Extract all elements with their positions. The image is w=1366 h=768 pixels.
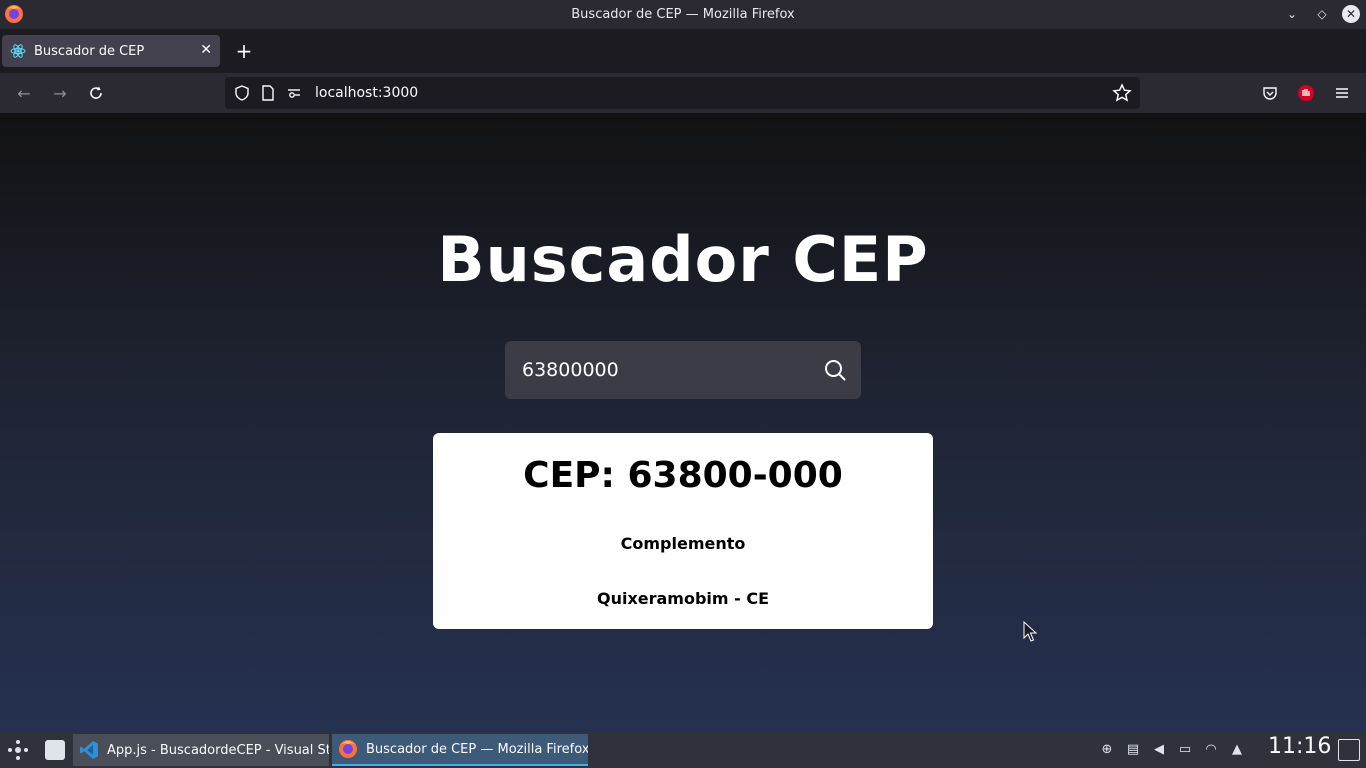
result-complemento: Complemento xyxy=(620,534,746,553)
result-card: CEP: 63800-000 Complemento Quixeramobim … xyxy=(433,433,933,629)
result-city: Quixeramobim - CE xyxy=(596,589,770,608)
pager-icon[interactable] xyxy=(45,740,65,760)
taskbar: App.js - BuscadordeCEP - Visual St... Bu… xyxy=(0,732,1366,768)
show-desktop-button[interactable] xyxy=(1338,739,1360,761)
system-tray: ⊕ ▤ ◀ ▭ ◠ ▲ xyxy=(1098,740,1246,758)
page-content: Buscador CEP CEP: 63800-000 Complemento … xyxy=(0,113,1366,732)
battery-icon[interactable]: ▭ xyxy=(1176,740,1194,758)
window-titlebar: Buscador de CEP — Mozilla Firefox ⌄ ◇ ✕ xyxy=(0,0,1366,29)
page-icon[interactable] xyxy=(259,84,277,102)
tab-close-icon[interactable]: ✕ xyxy=(200,42,212,58)
forward-button[interactable]: → xyxy=(50,83,70,103)
firefox-icon[interactable] xyxy=(4,4,24,24)
react-icon xyxy=(10,44,26,58)
ublock-icon xyxy=(1298,85,1314,101)
url-text: localhost:3000 xyxy=(315,85,419,101)
reload-icon xyxy=(90,86,102,99)
close-window-icon[interactable]: ✕ xyxy=(1342,5,1360,23)
cep-search-input[interactable] xyxy=(520,358,814,382)
result-cep: CEP: 63800-000 xyxy=(523,455,843,496)
extension-button[interactable] xyxy=(1296,83,1316,103)
wifi-icon[interactable]: ◠ xyxy=(1202,740,1220,758)
tab-strip: Buscador de CEP ✕ + xyxy=(0,29,1366,73)
tab-buscador-de-cep[interactable]: Buscador de CEP ✕ xyxy=(2,35,220,67)
clipboard-icon[interactable]: ▤ xyxy=(1124,740,1142,758)
mouse-cursor-icon xyxy=(1023,621,1037,642)
firefox-icon xyxy=(339,740,357,758)
new-tab-button[interactable]: + xyxy=(234,41,254,61)
tray-expand-icon[interactable]: ▲ xyxy=(1228,740,1246,758)
hamburger-menu-icon xyxy=(1336,88,1348,98)
search-box xyxy=(505,341,861,399)
pocket-button[interactable] xyxy=(1260,83,1280,103)
updates-icon[interactable]: ⊕ xyxy=(1098,740,1116,758)
window-title: Buscador de CEP — Mozilla Firefox xyxy=(571,7,795,22)
vscode-icon xyxy=(80,741,98,759)
url-bar[interactable]: localhost:3000 xyxy=(225,77,1140,109)
maximize-icon[interactable]: ◇ xyxy=(1312,4,1332,24)
pocket-icon xyxy=(1263,87,1277,100)
shield-icon[interactable] xyxy=(233,84,251,102)
clock[interactable]: 11:16 xyxy=(1268,734,1331,759)
task-firefox[interactable]: Buscador de CEP — Mozilla Firefox xyxy=(332,734,588,766)
task-label: Buscador de CEP — Mozilla Firefox xyxy=(366,741,588,757)
search-icon[interactable] xyxy=(823,358,847,382)
reload-button[interactable] xyxy=(86,83,106,103)
page-title: Buscador CEP xyxy=(437,223,929,296)
volume-icon[interactable]: ◀ xyxy=(1150,740,1168,758)
task-label: App.js - BuscadordeCEP - Visual St... xyxy=(107,742,329,758)
minimize-icon[interactable]: ⌄ xyxy=(1282,4,1302,24)
window-controls: ⌄ ◇ ✕ xyxy=(1282,4,1360,24)
permissions-icon[interactable] xyxy=(285,84,303,102)
bookmark-star-icon[interactable] xyxy=(1112,83,1132,103)
app-launcher-icon[interactable] xyxy=(6,739,30,761)
tab-label: Buscador de CEP xyxy=(34,43,145,59)
menu-button[interactable] xyxy=(1332,83,1352,103)
navigation-bar: ← → localhost:3000 xyxy=(0,73,1366,113)
task-vscode[interactable]: App.js - BuscadordeCEP - Visual St... xyxy=(73,734,329,766)
back-button[interactable]: ← xyxy=(14,83,34,103)
